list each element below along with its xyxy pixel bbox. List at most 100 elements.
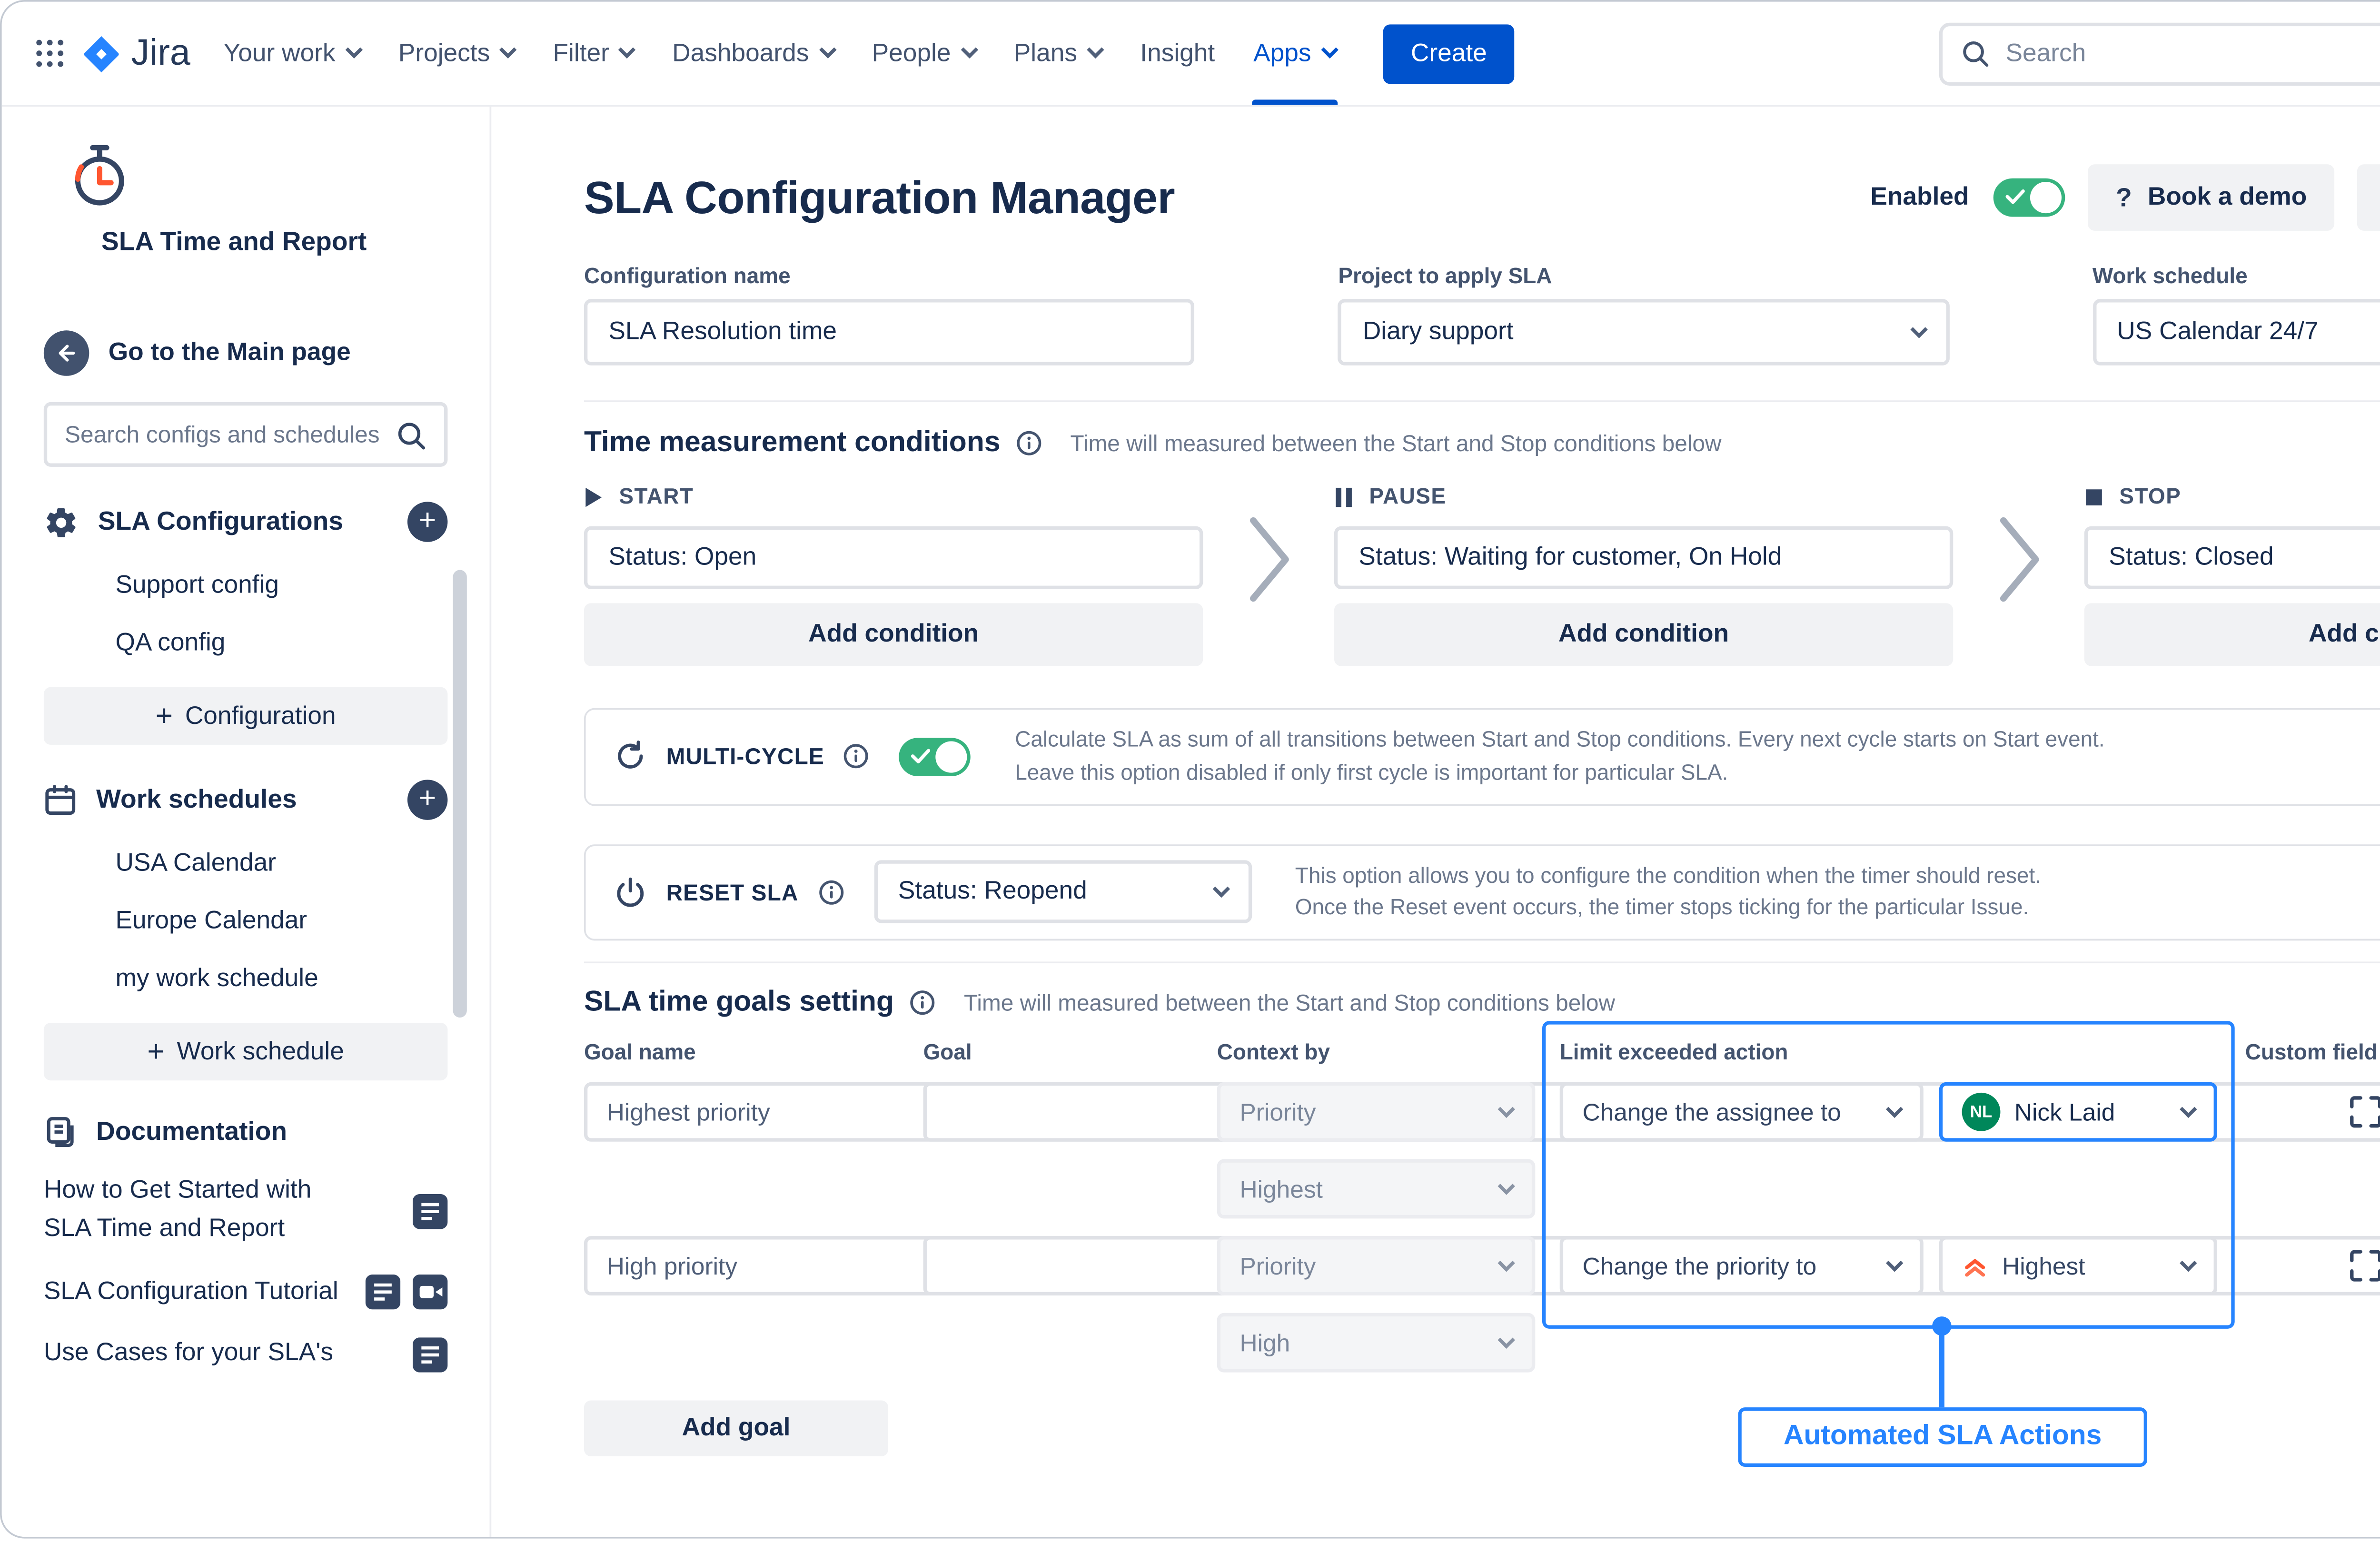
reset-sla-description: This option allows you to configure the … <box>1295 860 2041 925</box>
time-conditions-hint: Time will measured between the Start and… <box>1071 430 1722 456</box>
sla-configurations-section: SLA Configurations + <box>44 502 448 542</box>
chevron-down-icon <box>1212 881 1229 898</box>
enabled-toggle[interactable] <box>1993 178 2065 217</box>
chevron-down-icon <box>1321 41 1338 59</box>
section-divider <box>584 400 2380 402</box>
check-icon <box>912 748 931 763</box>
stop-condition-value[interactable]: Status: Closed <box>2084 526 2380 589</box>
documentation-icon <box>44 1116 77 1149</box>
add-schedule-button[interactable]: + <box>407 780 447 820</box>
chevron-down-icon <box>1886 1255 1903 1272</box>
sidebar-item-usa-calendar[interactable]: USA Calendar <box>44 850 448 878</box>
nav-apps[interactable]: Apps <box>1234 2 1355 105</box>
chevron-down-icon <box>1498 1332 1515 1349</box>
work-schedule-field: Work schedule US Calendar 24/7 <box>2092 264 2380 366</box>
expand-button[interactable] <box>2348 1248 2380 1283</box>
reset-sla-label: RESET SLA <box>666 879 799 905</box>
project-select[interactable]: Diary support <box>1338 299 1949 366</box>
sidebar-search-input[interactable] <box>65 421 381 447</box>
start-condition-value[interactable]: Status: Open <box>584 526 1203 589</box>
configuration-name-label: Configuration name <box>584 264 1195 288</box>
back-to-main-link[interactable]: Go to the Main page <box>44 330 448 376</box>
pause-condition-value[interactable]: Status: Waiting for customer, On Hold <box>1334 526 1953 589</box>
sidebar-item-europe-calendar[interactable]: Europe Calendar <box>44 908 448 936</box>
nav-plans[interactable]: Plans <box>994 2 1121 105</box>
context-value-select[interactable]: Highest <box>1217 1159 1536 1219</box>
info-icon[interactable] <box>818 879 844 905</box>
goal-row-1-context: Highest <box>584 1159 2380 1219</box>
goal-header: Goal <box>923 1040 972 1065</box>
app-switcher-button[interactable] <box>23 24 77 82</box>
custom-field-header: Custom field <box>2245 1040 2380 1065</box>
context-value-select[interactable]: High <box>1217 1313 1536 1373</box>
info-icon[interactable] <box>910 989 936 1016</box>
goals-table: Goal name Goal Context by Limit exceeded… <box>584 1040 2380 1481</box>
add-configuration-button[interactable]: + <box>407 502 447 542</box>
limit-action-select[interactable]: Change the assignee to <box>1560 1082 1924 1142</box>
search-icon <box>1960 39 1990 68</box>
enabled-label: Enabled <box>1870 184 1969 212</box>
nav-filter[interactable]: Filter <box>534 2 653 105</box>
configuration-name-input[interactable] <box>584 299 1195 366</box>
sidebar-search[interactable] <box>44 402 448 467</box>
nav-insight[interactable]: Insight <box>1121 2 1234 105</box>
limit-action-select[interactable]: Change the priority to <box>1560 1236 1924 1295</box>
chevron-down-icon <box>819 41 836 59</box>
jira-logo[interactable]: Jira <box>77 32 205 74</box>
create-button[interactable]: Create <box>1383 24 1515 83</box>
start-condition-column: START Status: Open Add condition <box>584 483 1203 666</box>
reset-sla-row: RESET SLA Status: Reopend This option al… <box>584 843 2380 940</box>
add-pause-condition-button[interactable]: Add condition <box>1334 603 1953 666</box>
multi-cycle-description: Calculate SLA as sum of all transitions … <box>1015 724 2104 790</box>
global-search-input[interactable] <box>2005 40 2372 68</box>
context-by-select[interactable]: Priority <box>1217 1236 1536 1295</box>
add-stop-condition-button[interactable]: Add condition <box>2084 603 2380 666</box>
custom-field-toggle[interactable] <box>2254 1248 2319 1283</box>
start-label: START <box>619 484 694 509</box>
chevron-down-icon <box>1910 321 1927 338</box>
add-start-condition-button[interactable]: Add condition <box>584 603 1203 666</box>
sidebar-item-support-config[interactable]: Support config <box>44 572 448 600</box>
chevron-down-icon <box>1886 1101 1903 1118</box>
setup-wizard-button[interactable]: Setup Wizard <box>2358 164 2380 231</box>
global-search[interactable] <box>1939 22 2380 85</box>
plus-icon: + <box>156 701 173 731</box>
sidebar-item-my-work-schedule[interactable]: my work schedule <box>44 965 448 993</box>
project-label: Project to apply SLA <box>1338 264 1949 288</box>
reset-condition-select[interactable]: Status: Reopend <box>873 860 1251 923</box>
doc-link-get-started[interactable]: How to Get Started with SLA Time and Rep… <box>44 1173 448 1249</box>
expand-button[interactable] <box>2348 1095 2380 1129</box>
work-schedule-label: Work schedule <box>2092 264 2380 288</box>
nav-projects[interactable]: Projects <box>379 2 534 105</box>
assignee-avatar: NL <box>1962 1093 2001 1131</box>
info-icon[interactable] <box>843 743 870 770</box>
doc-link-use-cases[interactable]: Use Cases for your SLA's <box>44 1336 448 1374</box>
power-icon <box>614 875 647 909</box>
work-schedule-select[interactable]: US Calendar 24/7 <box>2092 299 2380 366</box>
sidebar-scrollbar[interactable] <box>453 570 466 1018</box>
sidebar-item-qa-config[interactable]: QA config <box>44 629 448 657</box>
multi-cycle-icon <box>614 740 647 773</box>
article-badge-icon <box>413 1194 447 1228</box>
multi-cycle-toggle[interactable] <box>900 737 972 776</box>
nav-people[interactable]: People <box>853 2 994 105</box>
assignee-select[interactable]: NL Nick Laid <box>1939 1082 2217 1142</box>
new-configuration-button[interactable]: + Configuration <box>44 687 448 745</box>
custom-field-toggle[interactable] <box>2254 1095 2319 1129</box>
doc-link-configuration-tutorial[interactable]: SLA Configuration Tutorial <box>44 1274 448 1312</box>
callout-line <box>1939 1332 1944 1407</box>
chevron-right-icon <box>1246 514 1291 605</box>
page-header: SLA Configuration Manager Enabled ? Book… <box>584 164 2380 231</box>
info-icon[interactable] <box>1016 430 1042 456</box>
new-work-schedule-button[interactable]: + Work schedule <box>44 1023 448 1080</box>
context-by-select[interactable]: Priority <box>1217 1082 1536 1142</box>
priority-value-select[interactable]: Highest <box>1939 1236 2217 1295</box>
goals-title: SLA time goals setting <box>584 986 894 1019</box>
nav-your-work[interactable]: Your work <box>204 2 379 105</box>
goal-row-2-context: High <box>584 1313 2380 1373</box>
book-demo-button[interactable]: ? Book a demo <box>2088 164 2335 231</box>
nav-dashboards[interactable]: Dashboards <box>653 2 853 105</box>
gear-icon <box>44 504 79 539</box>
app-grid-icon <box>35 39 64 68</box>
add-goal-button[interactable]: Add goal <box>584 1400 888 1456</box>
